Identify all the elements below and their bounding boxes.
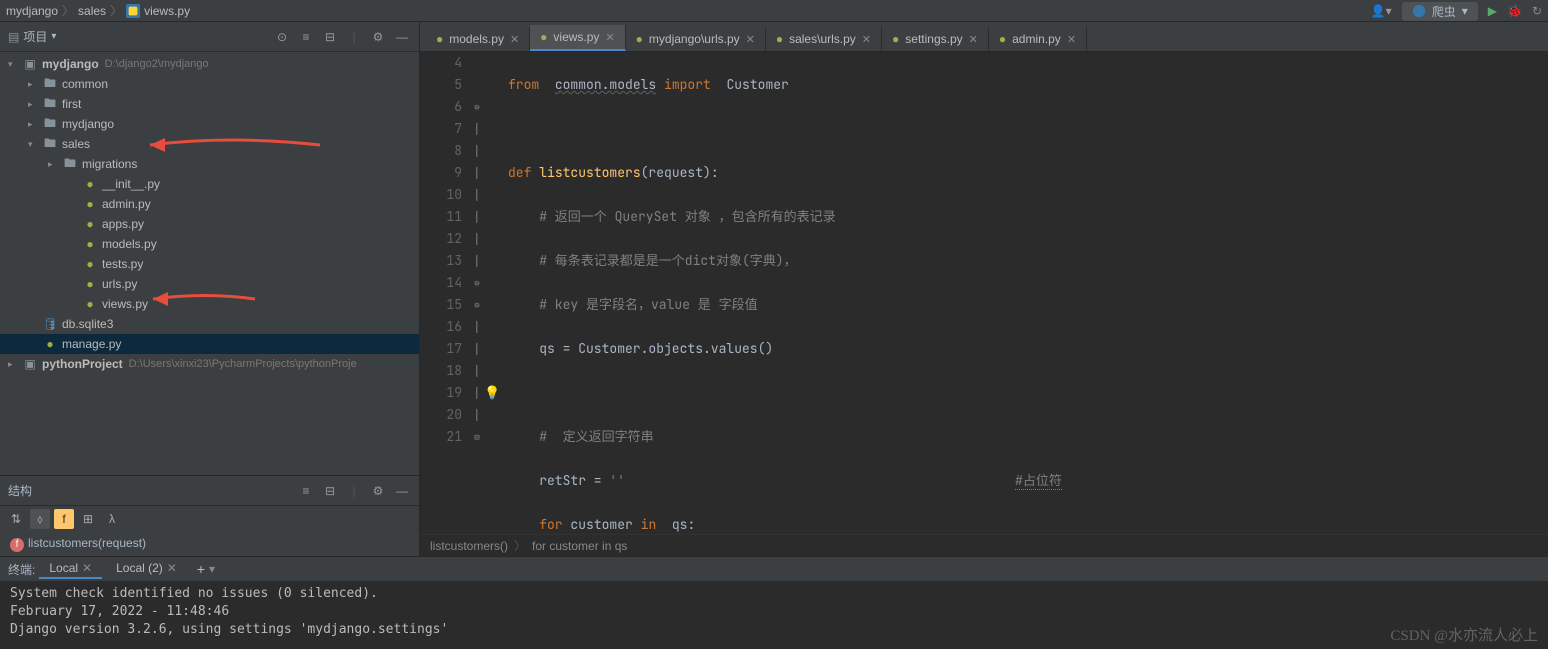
terminal-line: Django version 3.2.6, using settings 'my… xyxy=(10,621,1538,639)
breadcrumb[interactable]: mydjango 〉 sales 〉 views.py xyxy=(6,2,190,19)
expand-icon[interactable]: ≡ xyxy=(297,484,315,498)
close-icon[interactable]: ✕ xyxy=(82,561,92,575)
close-icon[interactable]: ✕ xyxy=(605,31,614,44)
line-numbers: 456789101112131415161718192021 xyxy=(420,52,470,534)
tree-file-views[interactable]: ●views.py xyxy=(0,294,419,314)
project-panel-header: ▤ 项目 ▾ ⊙ ≡ ⊟ | ⚙ — xyxy=(0,22,419,52)
close-icon[interactable]: ✕ xyxy=(510,33,519,46)
stop-button[interactable]: ↻ xyxy=(1532,4,1542,18)
add-terminal-button[interactable]: + xyxy=(197,561,205,577)
tree-folder-migrations[interactable]: ▸🖿migrations xyxy=(0,154,419,174)
tree-file-admin[interactable]: ●admin.py xyxy=(0,194,419,214)
breadcrumb-root[interactable]: mydjango xyxy=(6,4,58,18)
fold-gutter[interactable]: ⊖│││││││⊖⊖│││││⊟ xyxy=(470,52,484,534)
status-function[interactable]: listcustomers() xyxy=(430,539,508,553)
run-config-dropdown[interactable]: 爬虫 ▾ xyxy=(1402,2,1478,21)
project-sidebar: ▤ 项目 ▾ ⊙ ≡ ⊟ | ⚙ — ▾▣mydjangoD:\django2\… xyxy=(0,22,420,556)
gear-icon[interactable]: ⚙ xyxy=(369,484,387,498)
anonymous-icon[interactable]: λ xyxy=(102,509,122,529)
terminal-output[interactable]: System check identified no issues (0 sil… xyxy=(0,581,1548,648)
fields-icon[interactable]: f xyxy=(54,509,74,529)
terminal-tab-local2[interactable]: Local (2)✕ xyxy=(106,559,187,579)
terminal-tab-local[interactable]: Local✕ xyxy=(39,559,102,579)
collapse-icon[interactable]: ⊟ xyxy=(321,30,339,44)
tree-folder-common[interactable]: ▸🖿common xyxy=(0,74,419,94)
run-config-label: 爬虫 xyxy=(1432,3,1456,20)
tree-file-db[interactable]: 🛢db.sqlite3 xyxy=(0,314,419,334)
structure-panel: 结构 ≡ ⊟ | ⚙ — ⇅ ⬨ f ⊞ λ f listcustomers(re… xyxy=(0,475,419,556)
filter-icon[interactable]: ⬨ xyxy=(30,509,50,529)
status-loop[interactable]: for customer in qs xyxy=(532,539,627,553)
breadcrumb-sep: 〉 xyxy=(62,2,74,19)
function-icon: f xyxy=(10,538,24,552)
structure-toolbar: ⇅ ⬨ f ⊞ λ xyxy=(0,506,419,532)
close-icon[interactable]: ✕ xyxy=(167,561,177,575)
inherited-icon[interactable]: ⊞ xyxy=(78,509,98,529)
tree-file-urls[interactable]: ●urls.py xyxy=(0,274,419,294)
tree-folder-mydjango[interactable]: ▸🖿mydjango xyxy=(0,114,419,134)
locate-icon[interactable]: ⊙ xyxy=(273,30,291,44)
tab-sales-urls[interactable]: ●sales\urls.py✕ xyxy=(766,27,882,51)
code-lines[interactable]: from common.models import Customer def l… xyxy=(502,52,1548,534)
close-icon[interactable]: ✕ xyxy=(969,33,978,46)
breadcrumb-folder[interactable]: sales xyxy=(78,4,106,18)
terminal-line: System check identified no issues (0 sil… xyxy=(10,585,1538,603)
dropdown-icon: ▾ xyxy=(1462,4,1468,18)
close-icon[interactable]: ✕ xyxy=(746,33,755,46)
tree-folder-first[interactable]: ▸🖿first xyxy=(0,94,419,114)
tab-views[interactable]: ●views.py✕ xyxy=(530,25,625,51)
python-icon xyxy=(1412,4,1426,18)
hide-icon[interactable]: — xyxy=(393,30,411,44)
tree-file-tests[interactable]: ●tests.py xyxy=(0,254,419,274)
structure-function[interactable]: listcustomers(request) xyxy=(28,536,146,550)
collapse-icon[interactable]: ⊟ xyxy=(321,484,339,498)
tab-mydjango-urls[interactable]: ●mydjango\urls.py✕ xyxy=(626,27,766,51)
divider: | xyxy=(345,484,363,498)
close-icon[interactable]: ✕ xyxy=(1067,33,1076,46)
chevron-down-icon[interactable]: ▾ xyxy=(51,31,56,42)
editor-tabs: ●models.py✕ ●views.py✕ ●mydjango\urls.py… xyxy=(420,22,1548,52)
tree-file-models[interactable]: ●models.py xyxy=(0,234,419,254)
tab-settings[interactable]: ●settings.py✕ xyxy=(882,27,989,51)
panel-title[interactable]: 项目 xyxy=(23,28,47,45)
tree-folder-sales[interactable]: ▾🖿sales xyxy=(0,134,419,154)
gear-icon[interactable]: ⚙ xyxy=(369,30,387,44)
terminal-tabs: 终端: Local✕ Local (2)✕ + ▾ xyxy=(0,557,1548,581)
debug-button[interactable]: 🐞 xyxy=(1507,4,1522,18)
tree-project-pythonproject[interactable]: ▸▣pythonProjectD:\Users\xinxi23\PycharmP… xyxy=(0,354,419,374)
run-button[interactable]: ▶ xyxy=(1488,4,1497,18)
breadcrumb-file[interactable]: views.py xyxy=(144,4,190,18)
tab-models[interactable]: ●models.py✕ xyxy=(426,27,530,51)
terminal-dropdown-icon[interactable]: ▾ xyxy=(209,562,215,576)
terminal-label: 终端: xyxy=(8,561,35,578)
tree-file-manage[interactable]: ●manage.py xyxy=(0,334,419,354)
expand-icon[interactable]: ≡ xyxy=(297,30,315,44)
project-icon: ▤ xyxy=(8,30,19,44)
tree-project-root[interactable]: ▾▣mydjangoD:\django2\mydjango xyxy=(0,54,419,74)
editor-breadcrumb[interactable]: listcustomers() 〉 for customer in qs xyxy=(420,534,1548,556)
python-file-icon xyxy=(126,4,140,18)
hint-gutter: 💡 xyxy=(484,52,502,534)
breadcrumb-sep: 〉 xyxy=(110,2,122,19)
project-tree[interactable]: ▾▣mydjangoD:\django2\mydjango ▸🖿common ▸… xyxy=(0,52,419,475)
terminal-panel: 终端: Local✕ Local (2)✕ + ▾ System check i… xyxy=(0,556,1548,648)
code-editor[interactable]: 456789101112131415161718192021 ⊖│││││││⊖… xyxy=(420,52,1548,534)
terminal-line: February 17, 2022 - 11:48:46 xyxy=(10,603,1538,621)
watermark: CSDN @水亦流人必上 xyxy=(1390,624,1538,645)
structure-body[interactable]: f listcustomers(request) xyxy=(0,532,419,556)
structure-title[interactable]: 结构 xyxy=(8,482,32,499)
user-icon[interactable]: 👤▾ xyxy=(1371,4,1392,18)
divider: | xyxy=(345,30,363,44)
close-icon[interactable]: ✕ xyxy=(862,33,871,46)
editor-area: ●models.py✕ ●views.py✕ ●mydjango\urls.py… xyxy=(420,22,1548,556)
top-bar: mydjango 〉 sales 〉 views.py 👤▾ 爬虫 ▾ ▶ 🐞 … xyxy=(0,0,1548,22)
hide-icon[interactable]: — xyxy=(393,484,411,498)
tree-file-apps[interactable]: ●apps.py xyxy=(0,214,419,234)
tree-file-init[interactable]: ●__init__.py xyxy=(0,174,419,194)
lightbulb-icon[interactable]: 💡 xyxy=(484,382,500,404)
tab-admin[interactable]: ●admin.py✕ xyxy=(989,27,1087,51)
sort-icon[interactable]: ⇅ xyxy=(6,509,26,529)
